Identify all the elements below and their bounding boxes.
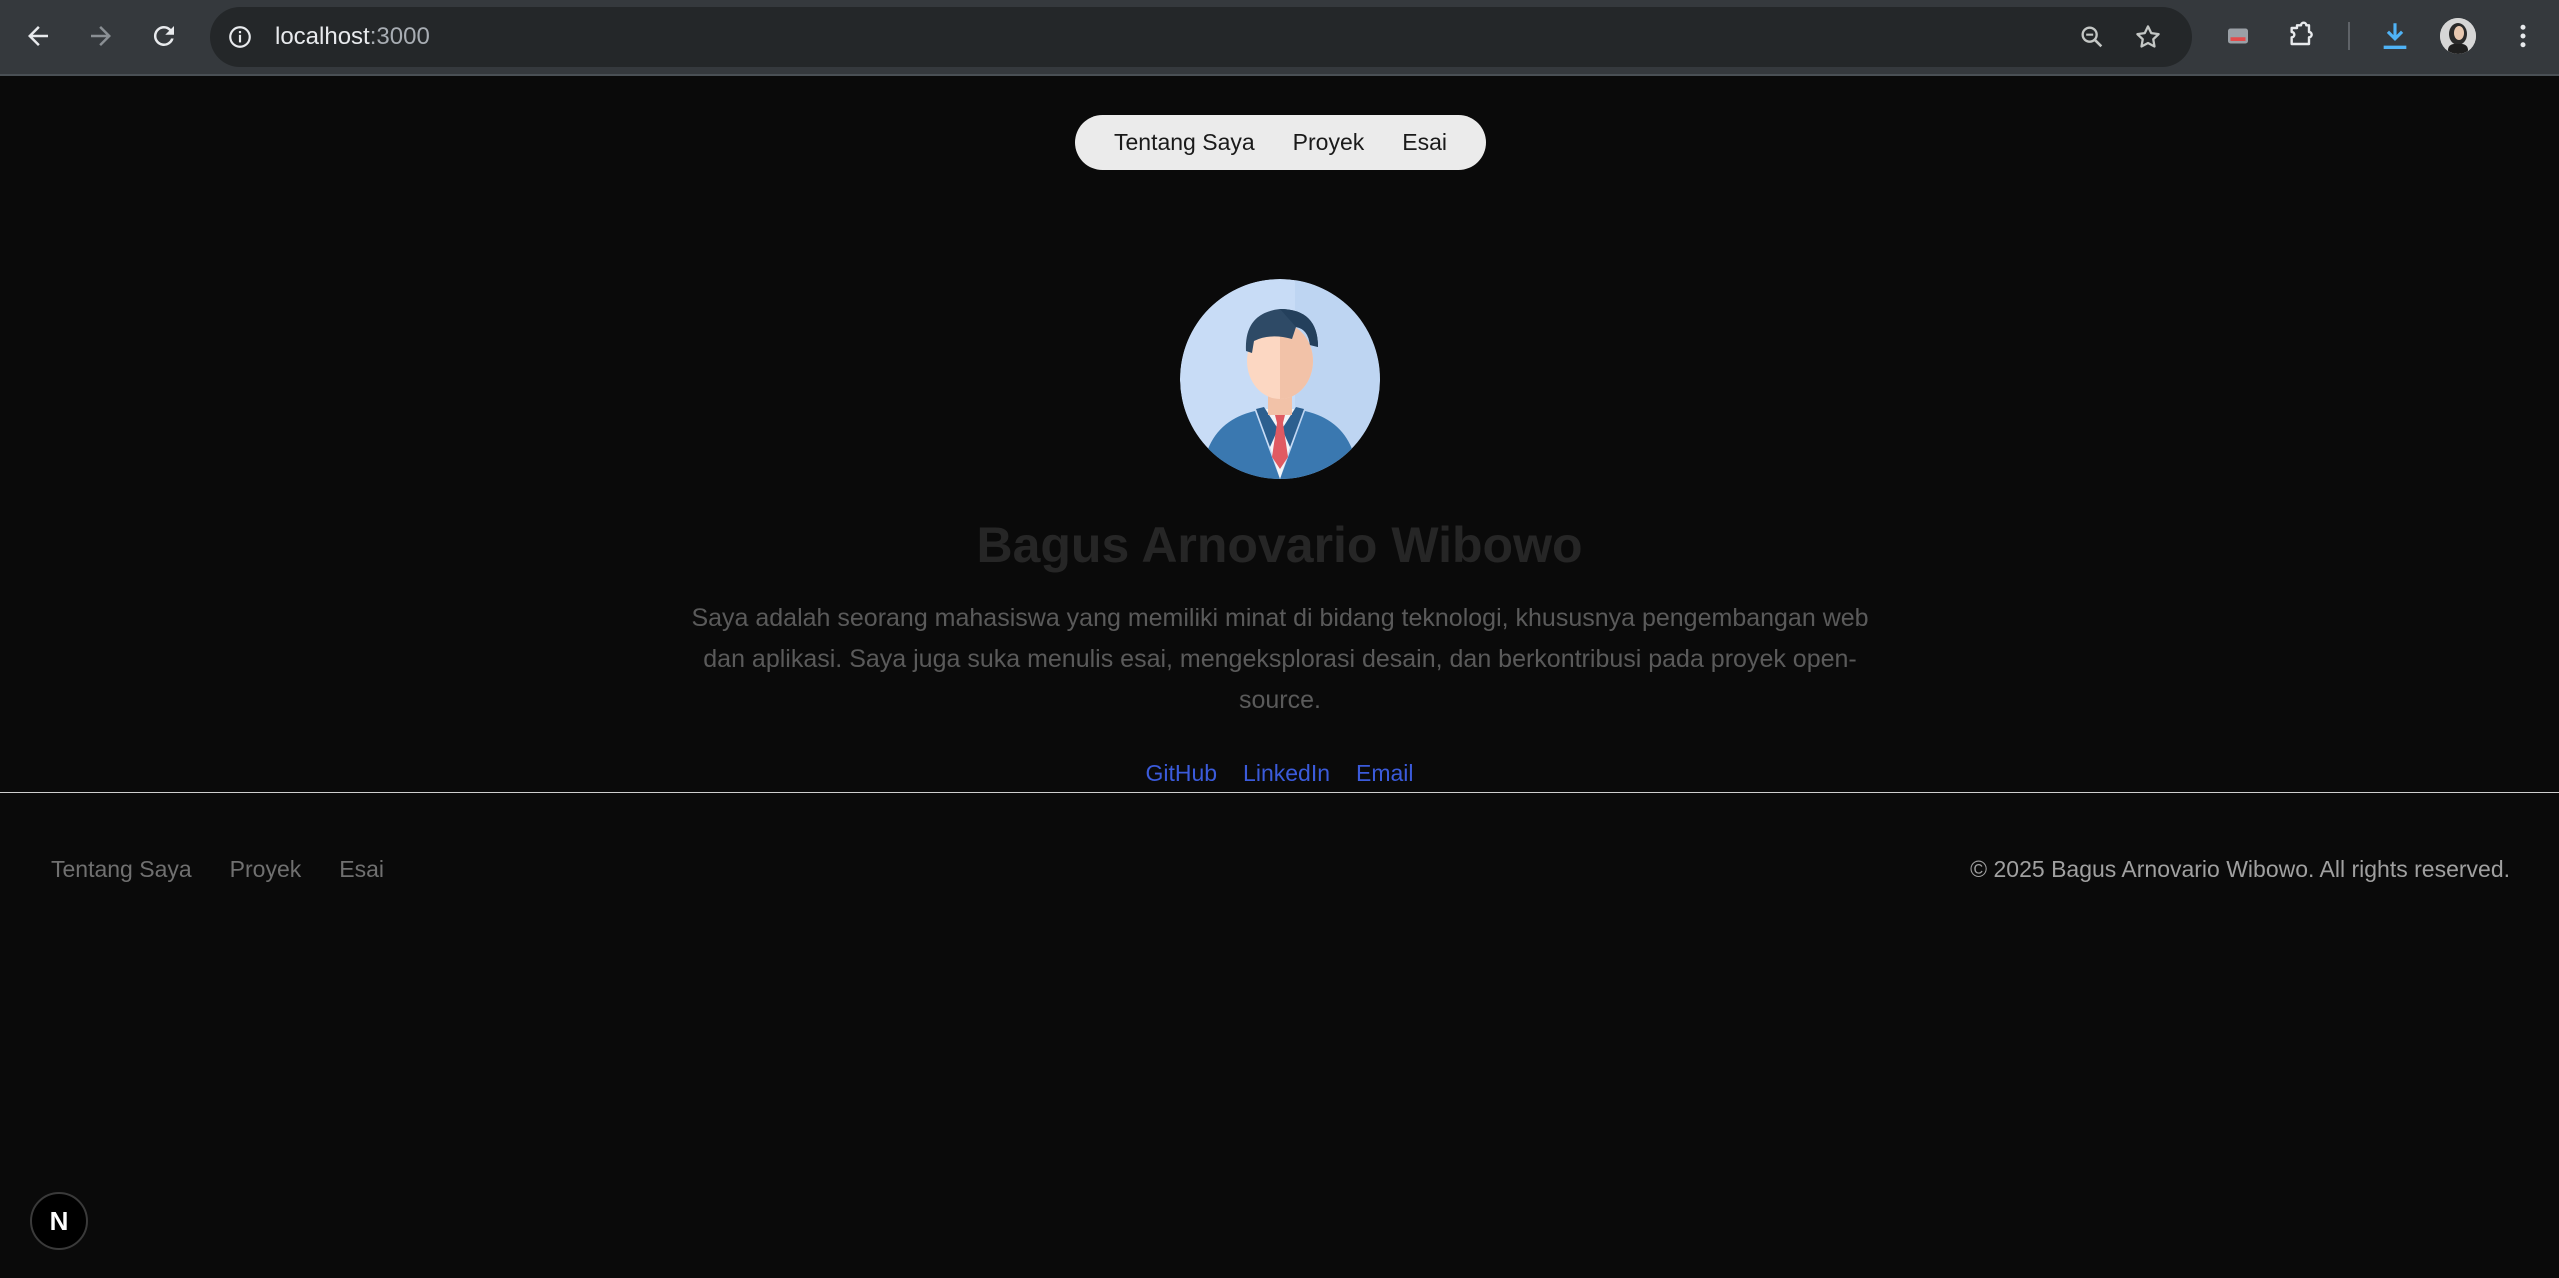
cast-icon[interactable]: [2218, 16, 2258, 56]
profile-name: Bagus Arnovario Wibowo: [976, 517, 1583, 573]
nextjs-dev-badge[interactable]: N: [30, 1192, 88, 1250]
github-link[interactable]: GitHub: [1145, 760, 1217, 787]
nav-item-esai[interactable]: Esai: [1402, 129, 1447, 156]
menu-icon[interactable]: [2503, 16, 2543, 56]
back-icon: [28, 26, 48, 46]
copyright-text: © 2025 Bagus Arnovario Wibowo. All right…: [1970, 856, 2510, 882]
email-link[interactable]: Email: [1356, 760, 1414, 787]
zoom-icon[interactable]: [2076, 21, 2108, 53]
back-button[interactable]: [14, 14, 62, 58]
browser-toolbar: localhost:3000: [0, 0, 2559, 76]
social-links: GitHub LinkedIn Email: [0, 760, 2559, 787]
reload-icon: [153, 25, 174, 46]
bookmark-star-icon[interactable]: [2132, 21, 2164, 53]
footer-divider: [0, 792, 2559, 793]
profile-bio: Saya adalah seorang mahasiswa yang memil…: [691, 604, 1869, 714]
extensions-icon[interactable]: [2281, 16, 2321, 56]
reload-button[interactable]: [140, 14, 188, 58]
nav-item-tentang-saya[interactable]: Tentang Saya: [1114, 129, 1255, 156]
top-nav: Tentang Saya Proyek Esai: [1075, 115, 1486, 170]
profile-avatar-illustration: [1180, 279, 1380, 479]
url-host: localhost: [275, 23, 370, 50]
forward-button[interactable]: [77, 14, 125, 58]
page-content: Tentang Saya Proyek Esai Bagus Arnovario…: [0, 78, 2559, 1278]
footer-link-esai[interactable]: Esai: [339, 856, 384, 883]
toolbar-separator: [2348, 22, 2350, 50]
footer-link-proyek[interactable]: Proyek: [230, 856, 302, 883]
nav-item-proyek[interactable]: Proyek: [1293, 129, 1365, 156]
linkedin-link[interactable]: LinkedIn: [1243, 760, 1330, 787]
download-icon[interactable]: [2375, 16, 2415, 56]
url-port: :3000: [369, 23, 430, 50]
url-text[interactable]: localhost:3000: [275, 7, 430, 67]
site-info-icon[interactable]: [224, 21, 256, 53]
footer-link-tentang-saya[interactable]: Tentang Saya: [51, 856, 192, 883]
footer-nav: Tentang Saya Proyek Esai: [51, 856, 384, 883]
forward-icon: [91, 26, 111, 46]
profile-avatar[interactable]: [2440, 18, 2476, 54]
address-bar[interactable]: localhost:3000: [210, 7, 2192, 67]
